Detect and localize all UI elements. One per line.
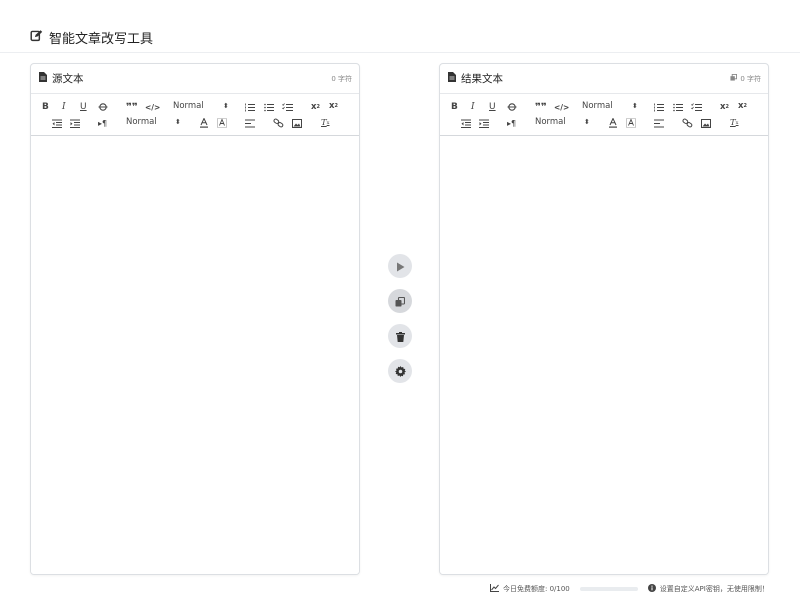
ordered-list-button[interactable] xyxy=(654,101,664,113)
bullet-list-button[interactable] xyxy=(673,101,683,113)
blockquote-button[interactable]: ❞❞ xyxy=(535,101,547,113)
code-button[interactable]: </> xyxy=(145,101,160,113)
header-select[interactable]: Normal ⬍ xyxy=(173,101,229,111)
app-title: 智能文章改写工具 xyxy=(30,28,153,47)
api-key-hint[interactable]: 设置自定义API密钥，无使用限制！ xyxy=(660,584,769,594)
result-editor[interactable] xyxy=(440,137,768,574)
background-color-button[interactable] xyxy=(626,117,636,129)
font-color-button[interactable] xyxy=(199,117,209,129)
copy-icon xyxy=(395,292,406,311)
trash-icon xyxy=(395,327,405,346)
subscript-button[interactable]: x2 xyxy=(311,101,320,113)
file-icon xyxy=(39,72,47,85)
source-editor[interactable] xyxy=(31,137,359,574)
quota-footer: 今日免费额度: 0/100 设置自定义API密钥，无使用限制！ xyxy=(490,584,769,594)
quota-label: 今日免费额度: 0/100 xyxy=(503,585,570,593)
copy-result-button[interactable] xyxy=(388,289,412,313)
result-panel-title: 结果文本 xyxy=(461,73,503,85)
source-panel-title: 源文本 xyxy=(52,73,84,85)
italic-button[interactable]: I xyxy=(62,101,66,113)
blockquote-button[interactable]: ❞❞ xyxy=(126,101,138,113)
bullet-list-button[interactable] xyxy=(264,101,274,113)
indent-button[interactable] xyxy=(70,117,80,129)
ordered-list-button[interactable] xyxy=(245,101,255,113)
quota-progress-bar xyxy=(579,587,638,591)
settings-button[interactable] xyxy=(388,359,412,383)
copy-icon xyxy=(730,74,738,83)
link-button[interactable] xyxy=(682,117,693,129)
gear-icon xyxy=(394,362,406,381)
superscript-button[interactable]: x2 xyxy=(329,100,338,112)
app-title-text: 智能文章改写工具 xyxy=(49,32,154,47)
background-color-button[interactable] xyxy=(217,117,227,129)
strike-button[interactable] xyxy=(98,101,108,113)
size-select[interactable]: Normal ⬍ xyxy=(126,117,182,127)
image-button[interactable] xyxy=(292,117,302,129)
indent-button[interactable] xyxy=(479,117,489,129)
size-select[interactable]: Normal ⬍ xyxy=(535,117,591,127)
font-color-button[interactable] xyxy=(608,117,618,129)
chart-line-icon xyxy=(490,584,499,594)
check-list-button[interactable] xyxy=(691,101,702,113)
header-select[interactable]: Normal ⬍ xyxy=(582,101,638,111)
source-char-count: 0 字符 xyxy=(331,74,352,83)
edit-icon xyxy=(30,29,43,46)
bold-button[interactable]: B xyxy=(451,101,458,113)
image-button[interactable] xyxy=(701,117,711,129)
text-direction-button[interactable]: ▸¶ xyxy=(507,117,516,129)
result-char-count: 0 字符 xyxy=(730,74,761,84)
clear-button[interactable] xyxy=(388,324,412,348)
strike-button[interactable] xyxy=(507,101,517,113)
result-panel-header: 结果文本 0 字符 xyxy=(440,64,768,94)
source-toolbar: B I U ❞❞ </> Normal⬍ x2 x2 ▸¶ Normal⬍ xyxy=(31,94,359,136)
underline-button[interactable]: U xyxy=(489,101,496,113)
clear-format-button[interactable]: Tx xyxy=(321,117,330,129)
underline-button[interactable]: U xyxy=(80,101,87,113)
italic-button[interactable]: I xyxy=(471,101,475,113)
app-header: 智能文章改写工具 xyxy=(0,0,800,53)
source-panel: 源文本 0 字符 B I U ❞❞ </> Normal ⬍ x2 x2 ▸¶ … xyxy=(30,63,360,575)
code-button[interactable]: </> xyxy=(554,101,569,113)
clear-format-button[interactable]: Tx xyxy=(730,117,739,129)
file-icon xyxy=(448,72,456,85)
align-button[interactable] xyxy=(245,117,255,129)
subscript-button[interactable]: x2 xyxy=(720,101,729,113)
info-icon xyxy=(647,584,656,594)
outdent-button[interactable] xyxy=(52,117,62,129)
link-button[interactable] xyxy=(273,117,284,129)
outdent-button[interactable] xyxy=(461,117,471,129)
align-button[interactable] xyxy=(654,117,664,129)
bold-button[interactable]: B xyxy=(42,101,49,113)
result-toolbar: B I U ❞❞ </> Normal⬍ x2 x2 ▸¶ Normal⬍ xyxy=(440,94,768,136)
text-direction-button[interactable]: ▸¶ xyxy=(98,117,107,129)
rewrite-button[interactable] xyxy=(388,254,412,278)
result-panel: 结果文本 0 字符 B I U ❞❞ </> Normal ⬍ x2 x2 ▸¶… xyxy=(439,63,769,575)
play-icon xyxy=(396,257,405,276)
source-panel-header: 源文本 0 字符 xyxy=(31,64,359,94)
superscript-button[interactable]: x2 xyxy=(738,100,747,112)
check-list-button[interactable] xyxy=(282,101,293,113)
